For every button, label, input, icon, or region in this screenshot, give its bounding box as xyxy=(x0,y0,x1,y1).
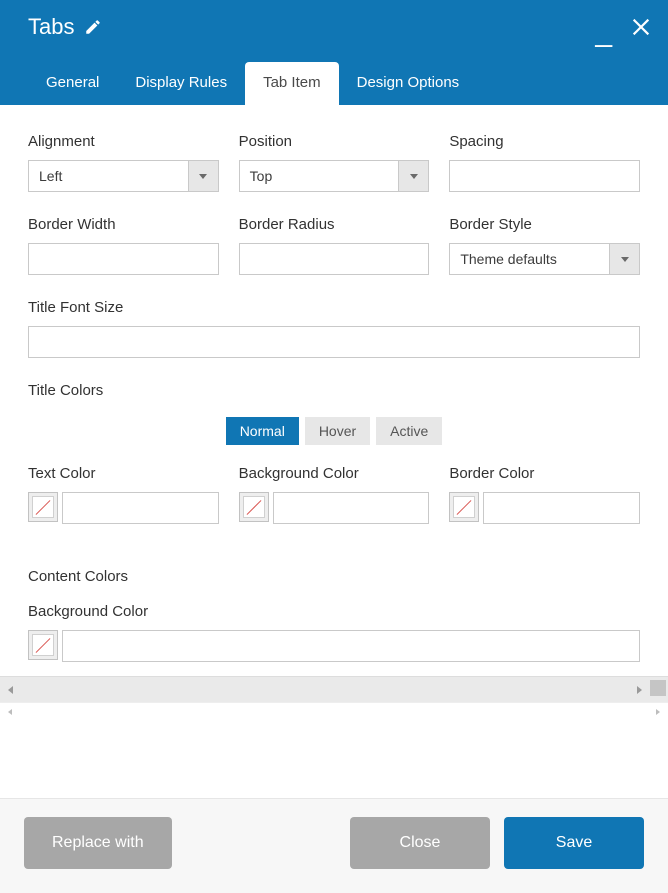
chevron-down-icon xyxy=(398,161,428,191)
input-content-bg-color[interactable] xyxy=(63,631,639,661)
form-body: Alignment Left Position Top Spacing xyxy=(0,105,668,676)
chevron-down-icon xyxy=(188,161,218,191)
field-alignment: Alignment Left xyxy=(28,133,219,192)
tab-design-options[interactable]: Design Options xyxy=(339,62,478,105)
swatch-content-bg-color[interactable] xyxy=(28,630,58,660)
label-spacing: Spacing xyxy=(449,133,640,150)
field-title-font-size: Title Font Size xyxy=(28,299,640,358)
minimize-icon[interactable]: _ xyxy=(595,28,612,38)
horizontal-scrollbar[interactable] xyxy=(0,676,668,702)
chevron-down-icon xyxy=(609,244,639,274)
label-position: Position xyxy=(239,133,430,150)
field-bg-color: Background Color xyxy=(239,465,430,524)
label-title-font-size: Title Font Size xyxy=(28,299,640,316)
label-alignment: Alignment xyxy=(28,133,219,150)
field-spacing: Spacing xyxy=(449,133,640,192)
label-border-color: Border Color xyxy=(449,465,640,482)
state-normal[interactable]: Normal xyxy=(226,417,299,445)
tab-display-rules[interactable]: Display Rules xyxy=(117,62,245,105)
save-button[interactable]: Save xyxy=(504,817,644,869)
input-border-color[interactable] xyxy=(484,493,639,523)
field-border-width: Border Width xyxy=(28,216,219,275)
section-content-colors: Content Colors xyxy=(28,568,640,585)
label-bg-color: Background Color xyxy=(239,465,430,482)
input-text-color[interactable] xyxy=(63,493,218,523)
section-title-colors: Title Colors xyxy=(28,382,640,399)
close-button[interactable]: Close xyxy=(350,817,490,869)
field-content-bg-color: Background Color xyxy=(28,603,640,662)
no-color-icon xyxy=(243,496,265,518)
input-border-radius[interactable] xyxy=(240,244,429,274)
edit-title-icon[interactable] xyxy=(84,18,102,36)
swatch-border-color[interactable] xyxy=(449,492,479,522)
tabs-nav: General Display Rules Tab Item Design Op… xyxy=(0,62,668,105)
select-border-style[interactable]: Theme defaults xyxy=(449,243,640,275)
field-border-style: Border Style Theme defaults xyxy=(449,216,640,275)
no-color-icon xyxy=(32,634,54,656)
field-border-color: Border Color xyxy=(449,465,640,524)
label-border-width: Border Width xyxy=(28,216,219,233)
dialog-title: Tabs xyxy=(28,14,74,40)
tab-tab-item[interactable]: Tab Item xyxy=(245,62,339,105)
input-title-font-size[interactable] xyxy=(29,327,639,357)
field-border-radius: Border Radius xyxy=(239,216,430,275)
swatch-text-color[interactable] xyxy=(28,492,58,522)
input-spacing[interactable] xyxy=(450,161,639,191)
label-text-color: Text Color xyxy=(28,465,219,482)
select-alignment[interactable]: Left xyxy=(28,160,219,192)
state-hover[interactable]: Hover xyxy=(305,417,370,445)
tab-general[interactable]: General xyxy=(28,62,117,105)
field-text-color: Text Color xyxy=(28,465,219,524)
replace-with-button[interactable]: Replace with xyxy=(24,817,172,869)
label-border-radius: Border Radius xyxy=(239,216,430,233)
scrollbar-thumb[interactable] xyxy=(650,680,666,696)
dialog-header: Tabs _ General Display Rules Tab Item De… xyxy=(0,0,668,105)
color-state-tabs: Normal Hover Active xyxy=(28,417,640,445)
select-position[interactable]: Top xyxy=(239,160,430,192)
input-border-width[interactable] xyxy=(29,244,218,274)
swatch-bg-color[interactable] xyxy=(239,492,269,522)
close-icon[interactable] xyxy=(630,16,652,38)
label-border-style: Border Style xyxy=(449,216,640,233)
field-position: Position Top xyxy=(239,133,430,192)
no-color-icon xyxy=(32,496,54,518)
dialog-footer: Replace with Close Save xyxy=(0,798,668,893)
state-active[interactable]: Active xyxy=(376,417,442,445)
no-color-icon xyxy=(453,496,475,518)
input-bg-color[interactable] xyxy=(274,493,429,523)
label-content-bg-color: Background Color xyxy=(28,603,640,620)
horizontal-scrollbar-secondary[interactable] xyxy=(0,702,668,720)
